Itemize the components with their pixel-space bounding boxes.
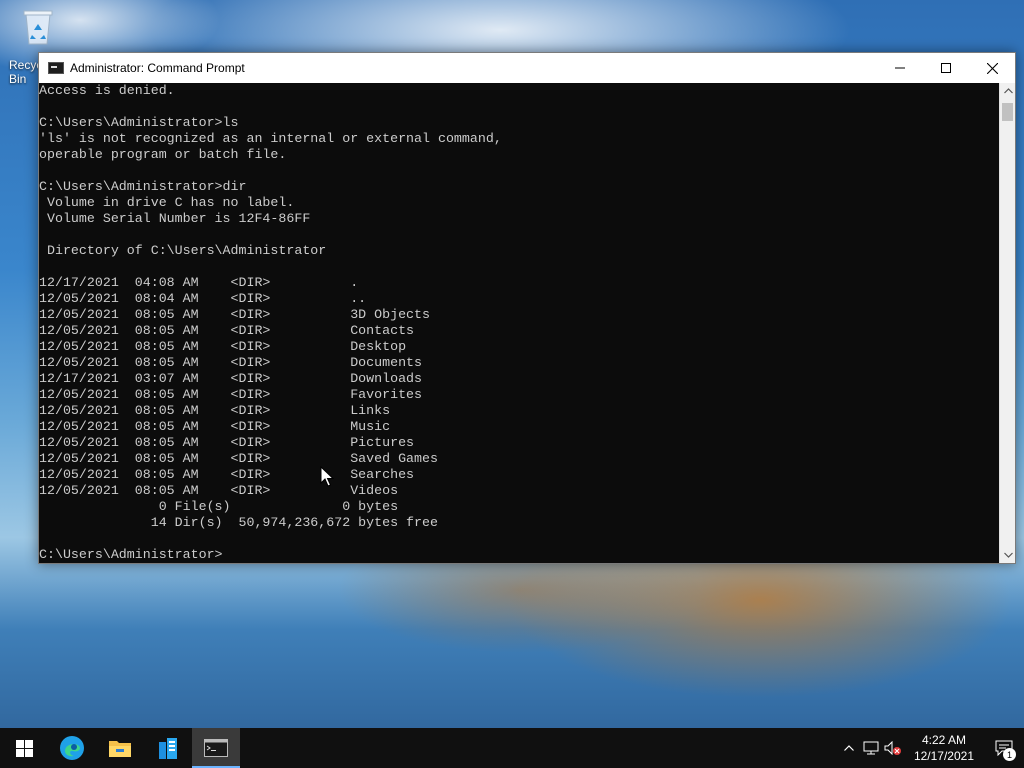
chevron-up-icon: [844, 745, 854, 751]
console-text: Access is denied. C:\Users\Administrator…: [39, 83, 502, 562]
minimize-button[interactable]: [877, 53, 923, 83]
file-explorer-icon: [109, 741, 131, 757]
window-titlebar[interactable]: Administrator: Command Prompt: [39, 53, 1015, 83]
vertical-scrollbar[interactable]: [999, 83, 1015, 563]
edge-icon: [60, 736, 84, 760]
close-icon: [986, 62, 998, 74]
action-center-button[interactable]: 1: [984, 728, 1024, 768]
clock-date: 12/17/2021: [913, 749, 974, 763]
notification-count-badge: 1: [1003, 748, 1016, 761]
server-manager-taskbar-button[interactable]: [144, 728, 192, 768]
show-hidden-icons-button[interactable]: [838, 728, 860, 768]
start-icon: [15, 739, 33, 757]
system-tray: 4:22 AM 12/17/2021 1: [838, 728, 1024, 768]
edge-taskbar-button[interactable]: [48, 728, 96, 768]
start-button[interactable]: [0, 728, 48, 768]
chevron-down-icon: [1003, 552, 1013, 558]
console-output[interactable]: Access is denied. C:\Users\Administrator…: [39, 83, 1000, 563]
scroll-up-button[interactable]: [1000, 83, 1016, 99]
maximize-icon: [941, 63, 951, 73]
taskbar: 4:22 AM 12/17/2021 1: [0, 728, 1024, 768]
scroll-thumb[interactable]: [1002, 103, 1013, 121]
recycle-bin-icon: [21, 6, 55, 46]
server-manager-icon: [159, 738, 177, 759]
network-icon: [863, 741, 879, 755]
file-explorer-taskbar-button[interactable]: [96, 728, 144, 768]
scroll-down-button[interactable]: [1000, 547, 1016, 563]
command-prompt-taskbar-button[interactable]: [192, 728, 240, 768]
chevron-up-icon: [1003, 88, 1013, 94]
mouse-pointer-icon: [320, 465, 335, 493]
network-button[interactable]: [860, 728, 882, 768]
volume-muted-icon: [884, 741, 901, 755]
command-prompt-icon: [204, 739, 228, 757]
command-prompt-icon: [48, 62, 64, 74]
volume-button[interactable]: [882, 728, 904, 768]
maximize-button[interactable]: [923, 53, 969, 83]
command-prompt-window[interactable]: Administrator: Command Prompt Access is …: [38, 52, 1016, 564]
minimize-icon: [895, 67, 905, 69]
close-button[interactable]: [969, 53, 1015, 83]
window-title: Administrator: Command Prompt: [70, 61, 245, 75]
taskbar-clock[interactable]: 4:22 AM 12/17/2021: [904, 732, 984, 764]
clock-time: 4:22 AM: [921, 733, 966, 747]
